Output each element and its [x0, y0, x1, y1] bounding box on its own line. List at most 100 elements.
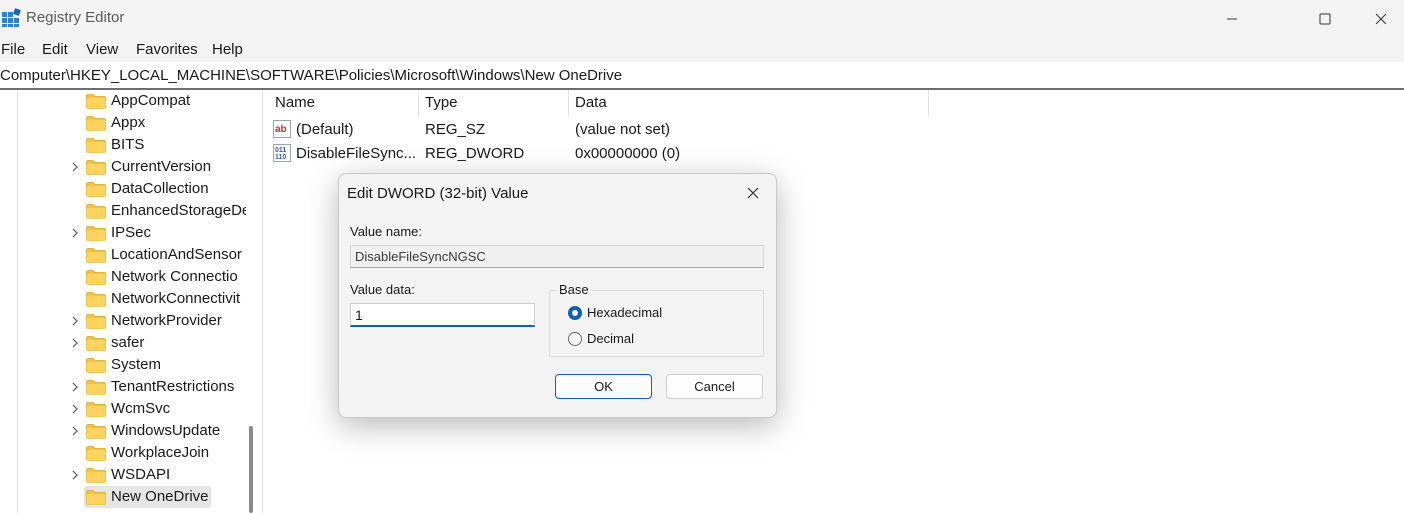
value-row[interactable]: 011 110 DisableFileSync... REG_DWORD 0x0…	[268, 141, 968, 165]
radio-unchecked-icon[interactable]	[568, 332, 582, 346]
tree-item-label: WindowsUpdate	[111, 422, 221, 439]
cancel-button[interactable]: Cancel	[666, 374, 763, 399]
tree-item[interactable]: Network Connectio	[0, 266, 240, 288]
tree-item[interactable]: Appx	[0, 112, 240, 134]
column-separator[interactable]	[568, 90, 569, 116]
tree-item[interactable]: DataCollection	[0, 178, 240, 200]
tree-item[interactable]: WindowsUpdate	[0, 420, 240, 442]
tree-item[interactable]: IPSec	[0, 222, 240, 244]
tree-item[interactable]: TenantRestrictions	[0, 376, 240, 398]
value-data-label: Value data:	[350, 282, 415, 297]
tree-item-label: CurrentVersion	[111, 158, 212, 175]
folder-icon	[86, 468, 106, 483]
edit-dword-dialog: Edit DWORD (32-bit) Value Value name: Di…	[338, 173, 777, 418]
tree-item[interactable]: BITS	[0, 134, 240, 156]
tree-item[interactable]: CurrentVersion	[0, 156, 240, 178]
folder-icon	[86, 138, 106, 153]
column-header-type[interactable]: Type	[425, 94, 458, 111]
tree-item-label: BITS	[111, 136, 145, 153]
tree-item-label: AppCompat	[111, 92, 191, 109]
menu-edit[interactable]: Edit	[42, 41, 68, 58]
value-type: REG_DWORD	[425, 145, 525, 162]
folder-icon	[86, 314, 106, 329]
window-title: Registry Editor	[26, 9, 125, 26]
menu-file[interactable]: File	[1, 41, 25, 58]
tree-item[interactable]: WSDAPI	[0, 464, 240, 486]
tree-item[interactable]: New OneDrive	[0, 486, 240, 508]
tree-item[interactable]: WcmSvc	[0, 398, 240, 420]
value-type: REG_SZ	[425, 121, 486, 138]
menu-help[interactable]: Help	[212, 41, 243, 58]
menu-view[interactable]: View	[86, 41, 118, 58]
folder-icon	[86, 204, 106, 219]
tree-item-label: EnhancedStorageDe	[111, 202, 251, 219]
value-name: (Default)	[296, 121, 354, 138]
tree-item-label: safer	[111, 334, 145, 351]
svg-text:ab: ab	[275, 124, 287, 135]
close-icon	[747, 187, 759, 199]
maximize-icon	[1319, 13, 1331, 24]
folder-icon	[86, 358, 106, 373]
folder-icon	[86, 292, 106, 307]
base-label: Base	[557, 282, 591, 297]
maximize-button[interactable]	[1302, 0, 1348, 37]
folder-icon	[86, 226, 106, 241]
tree-item[interactable]: AppCompat	[0, 90, 240, 112]
radio-decimal-label[interactable]: Decimal	[587, 331, 634, 346]
chevron-right-icon[interactable]	[70, 403, 80, 415]
address-path[interactable]: Computer\HKEY_LOCAL_MACHINE\SOFTWARE\Pol…	[0, 67, 622, 84]
chevron-right-icon[interactable]	[70, 315, 80, 327]
tree-item[interactable]: WorkplaceJoin	[0, 442, 240, 464]
tree-item-label: DataCollection	[111, 180, 209, 197]
tree-item[interactable]: EnhancedStorageDe	[0, 200, 250, 222]
tree-item-label: NetworkConnectivit	[111, 290, 241, 307]
chevron-right-icon[interactable]	[70, 227, 80, 239]
tree-item-label: Appx	[111, 114, 146, 131]
menu-bar	[0, 37, 1404, 62]
minimize-button[interactable]	[1209, 0, 1255, 37]
column-header-name[interactable]: Name	[275, 94, 315, 111]
chevron-right-icon[interactable]	[70, 161, 80, 173]
base-group	[549, 290, 764, 357]
string-value-icon: ab	[273, 120, 291, 138]
value-data-input[interactable]	[350, 303, 535, 327]
tree-item[interactable]: NetworkProvider	[0, 310, 240, 332]
folder-icon	[86, 336, 106, 351]
chevron-right-icon[interactable]	[70, 381, 80, 393]
ok-button[interactable]: OK	[555, 374, 652, 399]
tree-item-label: WSDAPI	[111, 466, 171, 483]
tree-item[interactable]: LocationAndSensor	[0, 244, 242, 266]
folder-icon	[86, 446, 106, 461]
value-name-label: Value name:	[350, 224, 423, 239]
chevron-right-icon[interactable]	[70, 337, 80, 349]
tree-item-label: System	[111, 356, 162, 373]
tree-item[interactable]: NetworkConnectivit	[0, 288, 240, 310]
tree-scrollbar-thumb[interactable]	[249, 426, 253, 513]
folder-icon	[86, 248, 106, 263]
radio-hexadecimal-label[interactable]: Hexadecimal	[587, 305, 662, 320]
chevron-right-icon[interactable]	[70, 425, 80, 437]
tree-item[interactable]: System	[0, 354, 240, 376]
tree-item-label: WorkplaceJoin	[111, 444, 210, 461]
minimize-icon	[1227, 18, 1237, 19]
registry-editor-icon	[2, 8, 21, 27]
chevron-right-icon[interactable]	[70, 469, 80, 481]
tree-item[interactable]: safer	[0, 332, 240, 354]
folder-icon	[86, 424, 106, 439]
binary-value-icon: 011 110	[273, 144, 291, 162]
menu-favorites[interactable]: Favorites	[136, 41, 198, 58]
column-header-data[interactable]: Data	[575, 94, 607, 111]
svg-text:011: 011	[275, 147, 286, 154]
close-icon	[1375, 13, 1387, 24]
folder-icon	[86, 116, 106, 131]
value-row[interactable]: ab (Default) REG_SZ (value not set)	[268, 117, 968, 141]
tree-item-label: WcmSvc	[111, 400, 171, 417]
value-data: 0x00000000 (0)	[575, 145, 681, 162]
column-separator[interactable]	[418, 90, 419, 116]
value-name: DisableFileSync...	[296, 145, 417, 162]
radio-checked-icon[interactable]	[568, 306, 582, 320]
dialog-close-button[interactable]	[730, 174, 776, 212]
close-button[interactable]	[1358, 0, 1404, 37]
folder-icon	[86, 402, 106, 417]
column-separator[interactable]	[928, 90, 929, 116]
